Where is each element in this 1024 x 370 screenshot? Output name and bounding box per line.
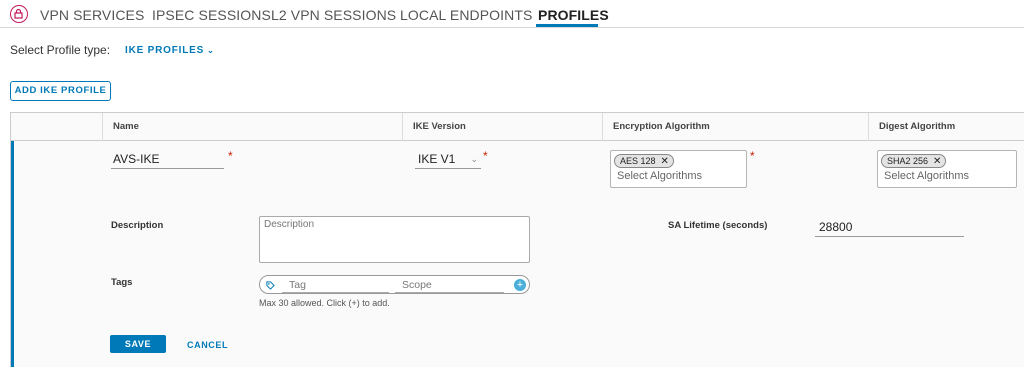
chip-label: SHA2 256 xyxy=(887,156,929,166)
tab-bar: VPN SERVICES IPSEC SESSIONS L2 VPN SESSI… xyxy=(0,0,1024,28)
tab-vpn-services[interactable]: VPN SERVICES xyxy=(40,7,144,23)
description-textarea[interactable]: Description xyxy=(259,216,530,263)
profile-type-dropdown[interactable]: IKE PROFILES ⌄ xyxy=(125,45,215,56)
chip-aes-128: AES 128 ✕ xyxy=(614,154,674,168)
tab-local-endpoints[interactable]: LOCAL ENDPOINTS xyxy=(400,7,532,23)
tag-input[interactable]: Tag xyxy=(282,278,389,293)
vpn-lock-icon xyxy=(10,5,28,23)
sa-lifetime-label: SA Lifetime (seconds) xyxy=(668,220,768,231)
profile-type-value: IKE PROFILES xyxy=(125,45,205,56)
add-tag-icon[interactable]: + xyxy=(514,279,526,291)
chip-label: AES 128 xyxy=(620,156,656,166)
name-required-mark: * xyxy=(228,149,233,163)
column-header-name[interactable]: Name xyxy=(102,113,402,141)
tags-hint: Max 30 allowed. Click (+) to add. xyxy=(259,298,390,308)
tags-input-group: Tag Scope + xyxy=(259,275,530,294)
add-ike-profile-button[interactable]: ADD IKE PROFILE xyxy=(10,81,111,101)
chevron-down-icon: ⌄ xyxy=(207,46,215,55)
tab-ipsec-sessions[interactable]: IPSEC SESSIONS xyxy=(152,7,271,23)
sa-lifetime-input[interactable]: 28800 xyxy=(815,218,964,237)
tags-label: Tags xyxy=(111,277,133,288)
encryption-placeholder: Select Algorithms xyxy=(617,170,702,182)
column-header-digest[interactable]: Digest Algorithm xyxy=(868,113,1024,141)
ike-version-required-mark: * xyxy=(483,149,488,163)
column-header-ike-version[interactable]: IKE Version xyxy=(402,113,602,141)
tab-l2-vpn-sessions[interactable]: L2 VPN SESSIONS xyxy=(271,7,396,23)
remove-chip-icon[interactable]: ✕ xyxy=(661,156,669,167)
edit-row: AVS-IKE * IKE V1 ⌄ * AES 128 ✕ Select Alg… xyxy=(14,141,1024,367)
ike-profile-grid: Name IKE Version Encryption Algorithm Di… xyxy=(10,112,1024,367)
ike-version-value: IKE V1 xyxy=(418,152,456,166)
scope-input[interactable]: Scope xyxy=(395,278,504,293)
digest-algorithm-select[interactable]: SHA2 256 ✕ Select Algorithms xyxy=(877,150,1017,188)
profiles-page: VPN SERVICES IPSEC SESSIONS L2 VPN SESSI… xyxy=(0,0,1024,370)
description-label: Description xyxy=(111,220,164,231)
encryption-required-mark: * xyxy=(750,149,755,163)
encryption-algorithm-select[interactable]: AES 128 ✕ Select Algorithms xyxy=(610,150,747,188)
tag-icon xyxy=(266,281,275,290)
grid-header: Name IKE Version Encryption Algorithm Di… xyxy=(11,113,1024,141)
column-header-encryption[interactable]: Encryption Algorithm xyxy=(602,113,868,141)
cancel-button[interactable]: CANCEL xyxy=(187,340,228,350)
tab-profiles[interactable]: PROFILES xyxy=(538,7,609,23)
remove-chip-icon[interactable]: ✕ xyxy=(933,156,941,167)
ike-version-select[interactable]: IKE V1 ⌄ xyxy=(415,150,481,169)
chevron-down-icon: ⌄ xyxy=(470,154,478,164)
chip-sha2-256: SHA2 256 ✕ xyxy=(881,154,947,168)
name-input[interactable]: AVS-IKE xyxy=(111,150,224,169)
digest-placeholder: Select Algorithms xyxy=(884,170,969,182)
save-button[interactable]: SAVE xyxy=(110,335,166,353)
profile-type-label: Select Profile type: xyxy=(10,43,111,57)
active-tab-indicator xyxy=(536,24,598,27)
